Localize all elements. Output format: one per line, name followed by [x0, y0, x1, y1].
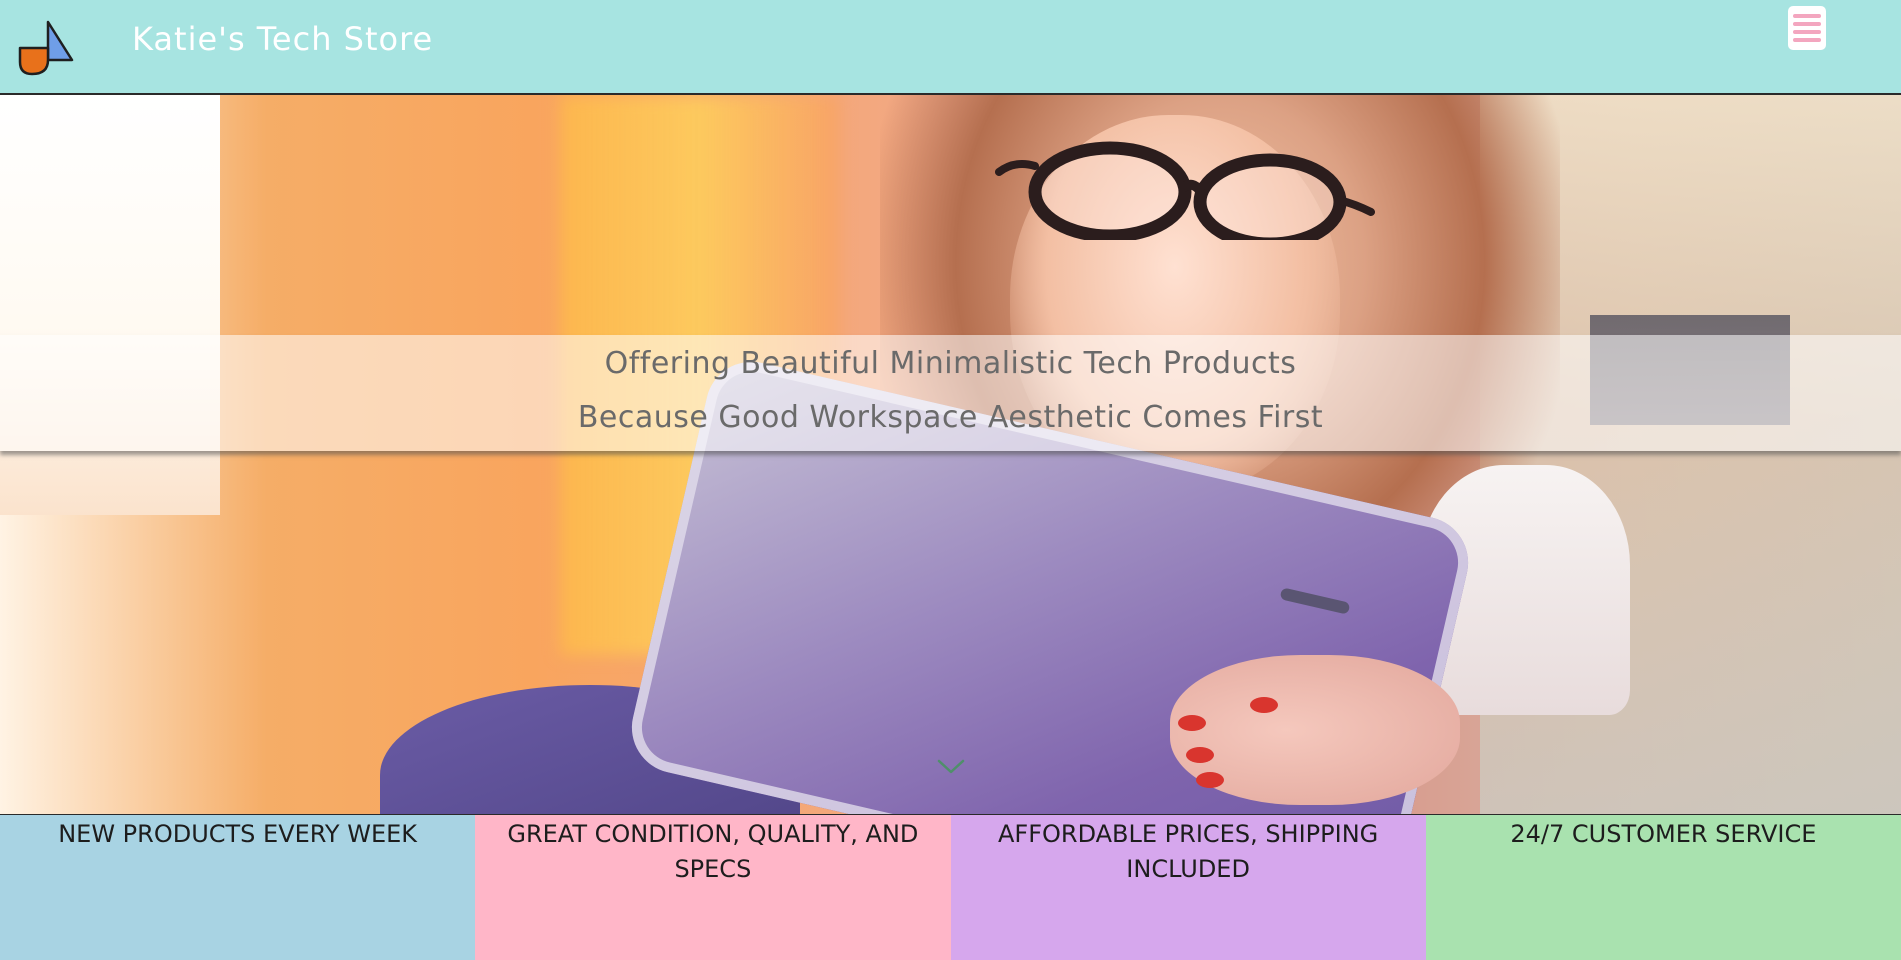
feature-customer-service: 24/7 CUSTOMER SERVICE	[1425, 815, 1901, 960]
features-strip: NEW PRODUCTS EVERY WEEK GREAT CONDITION,…	[0, 814, 1901, 960]
tagline-line-2: Because Good Workspace Aesthetic Comes F…	[577, 400, 1324, 435]
menu-bar	[1793, 30, 1821, 34]
brand-title[interactable]: Katie's Tech Store	[132, 18, 433, 60]
store-logo-icon[interactable]	[18, 18, 74, 76]
tagline-line-1: Offering Beautiful Minimalistic Tech Pro…	[604, 346, 1297, 381]
glasses-graphic	[995, 141, 1375, 240]
menu-bar	[1793, 14, 1821, 18]
menu-bar	[1793, 22, 1821, 26]
hamburger-menu-icon[interactable]	[1788, 6, 1826, 50]
hero-section: Offering Beautiful Minimalistic Tech Pro…	[0, 95, 1901, 814]
tagline-banner: Offering Beautiful Minimalistic Tech Pro…	[0, 335, 1901, 451]
feature-affordable-prices: AFFORDABLE PRICES, SHIPPING INCLUDED	[950, 815, 1426, 960]
site-header: Katie's Tech Store	[0, 0, 1901, 95]
feature-condition-quality: GREAT CONDITION, QUALITY, AND SPECS	[475, 815, 951, 960]
chevron-down-icon[interactable]	[936, 757, 966, 777]
menu-bar	[1793, 38, 1821, 42]
feature-new-products: NEW PRODUCTS EVERY WEEK	[0, 815, 476, 960]
